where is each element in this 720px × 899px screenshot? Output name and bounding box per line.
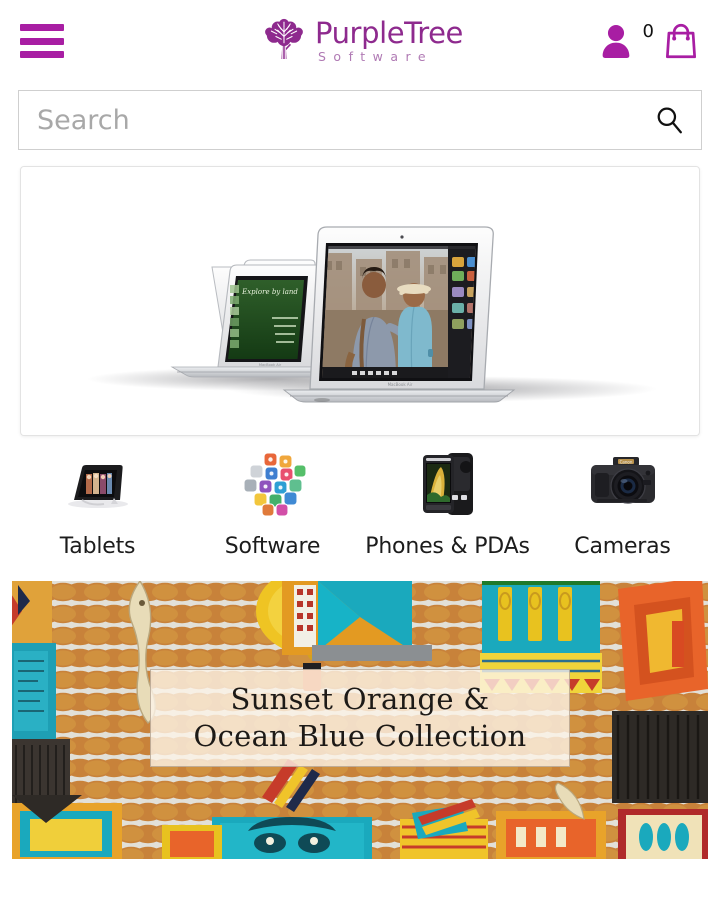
promo-line-1: Sunset Orange & [230,681,490,716]
svg-text:MacBook Air: MacBook Air [259,363,282,367]
search-box [18,90,702,150]
category-cameras[interactable]: Canon Cameras [535,448,710,559]
hamburger-menu-icon[interactable] [20,24,64,58]
logo-name: PurpleTree [314,16,464,51]
tree-icon [265,18,303,60]
promo-section: Sunset Orange & Ocean Blue Collection [0,559,720,859]
search-input[interactable] [19,91,637,149]
site-logo[interactable]: PurpleTree Software [257,14,463,68]
promo-text-plate: Sunset Orange & Ocean Blue Collection [150,669,570,767]
search-icon [657,107,682,134]
header-actions: 0 [599,21,702,61]
site-header: PurpleTree Software 0 [0,0,720,82]
category-list: Tablets Software Phones & PDAs Canon Cam… [0,436,720,559]
hamburger-bar [20,37,64,45]
user-account-icon[interactable] [599,23,633,59]
shopping-bag-icon [665,23,697,59]
category-label: Software [224,534,321,559]
tablet-icon [50,448,146,520]
category-phones-pdas[interactable]: Phones & PDAs [360,448,535,559]
hamburger-bar [20,24,64,31]
hero-section: Explore by land MacBook Air MacBook Air [0,150,720,436]
macbook-air-banner: Explore by land MacBook Air MacBook Air [22,167,698,435]
logo-text: PurpleTree Software [315,18,463,64]
category-label: Phones & PDAs [365,534,530,559]
smartphone-icon [400,448,496,520]
category-tablets[interactable]: Tablets [10,448,185,559]
promo-banner[interactable]: Sunset Orange & Ocean Blue Collection [12,581,708,859]
category-software[interactable]: Software [185,448,360,559]
svg-text:Explore by land: Explore by land [241,288,298,296]
cart-button[interactable]: 0 [643,21,702,61]
logo-tagline: Software [317,49,434,65]
promo-line-2: Ocean Blue Collection [193,719,527,753]
svg-text:MacBook Air: MacBook Air [388,382,413,387]
category-label: Tablets [59,534,136,559]
hero-banner[interactable]: Explore by land MacBook Air MacBook Air [20,166,700,436]
search-section [0,82,720,150]
svg-text:Canon: Canon [619,460,632,465]
page-root: PurpleTree Software 0 Search Explore by … [0,0,720,899]
software-apps-icon [225,448,321,520]
dslr-camera-icon: Canon [575,448,671,520]
category-label: Cameras [574,534,671,559]
cart-count: 0 [642,21,654,42]
search-button[interactable] [637,91,701,149]
hamburger-bar [20,51,64,58]
